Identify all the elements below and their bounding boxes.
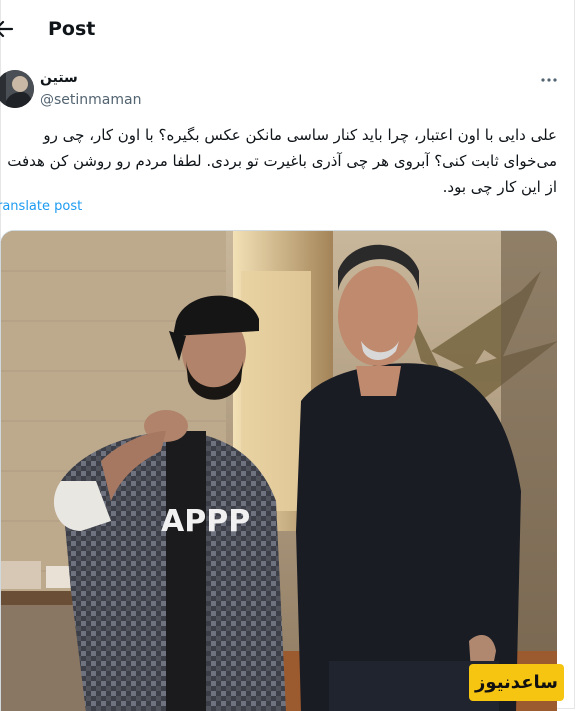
translate-post-link[interactable]: ranslate post	[0, 199, 82, 214]
watermark-logo: ساعدنیوز	[469, 664, 564, 701]
tweet-text-line: علی دایی با اون اعتبار، چرا باید کنار سا…	[43, 126, 557, 144]
shirt-print-text: APPP	[161, 504, 250, 539]
page-title: Post	[48, 18, 96, 40]
more-options-icon[interactable]	[540, 72, 558, 88]
post-photo[interactable]: APPP	[0, 230, 557, 711]
post-header: Post	[0, 0, 577, 60]
arrow-left-icon[interactable]	[0, 18, 14, 40]
tweet-text: علی دایی با اون اعتبار، چرا باید کنار سا…	[0, 122, 557, 200]
author-display-name[interactable]: ستین	[40, 70, 78, 86]
tweet-text-line: می‌خوای ثابت کنی؟ آبروی هر چی آذری باغیر…	[7, 152, 557, 170]
tweet-text-line: از این کار چی بود.	[442, 178, 557, 196]
author-handle[interactable]: @setinmaman	[40, 92, 141, 108]
